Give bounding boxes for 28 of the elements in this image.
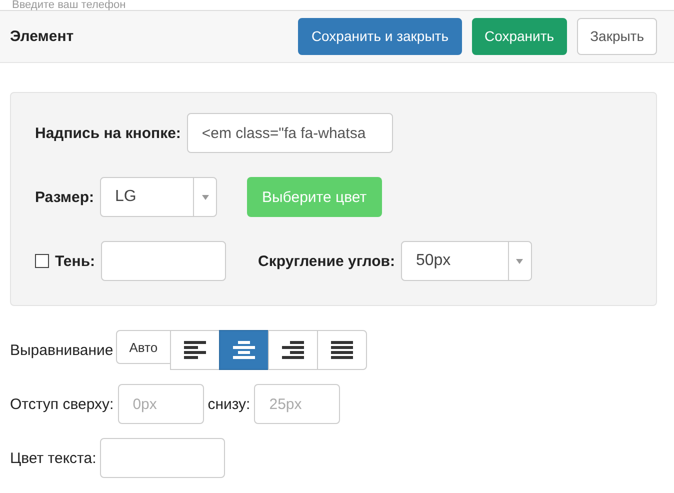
radius-select[interactable]: 50px	[400, 241, 532, 281]
dialog-title: Элемент	[10, 28, 74, 44]
input-field[interactable]	[101, 241, 226, 281]
input-field[interactable]: 25px	[254, 384, 340, 424]
align-button[interactable]	[218, 330, 269, 370]
input-field[interactable]	[100, 438, 226, 478]
field-label: Цвет текста:	[10, 450, 96, 466]
field-label: снизу:	[208, 396, 250, 412]
align-icon	[232, 341, 255, 359]
input-field[interactable]: <em class="fa fa-whatsa	[186, 113, 393, 153]
caret-icon	[516, 258, 524, 264]
input-field[interactable]: 0px	[118, 384, 204, 424]
field-label: Скругление углов:	[258, 252, 395, 270]
field-label: Надпись на кнопке:	[35, 124, 181, 142]
field-label: Выравнивание	[10, 342, 114, 358]
header-button[interactable]: Сохранить и закрыть	[298, 18, 462, 54]
field-label: Размер:	[35, 188, 94, 206]
caret-icon	[202, 194, 209, 200]
background-text: Введите ваш телефон	[11, 0, 127, 10]
align-icon	[184, 341, 206, 359]
align-icon	[330, 341, 353, 359]
auto-align-button[interactable]: Авто	[116, 330, 171, 364]
field-label: Тень:	[55, 252, 96, 270]
size-select[interactable]: LG	[100, 177, 218, 217]
header-button[interactable]: Закрыть	[577, 18, 657, 54]
field-label: Отступ сверху:	[10, 396, 114, 412]
align-icon	[282, 341, 304, 359]
checkbox[interactable]	[35, 254, 49, 268]
